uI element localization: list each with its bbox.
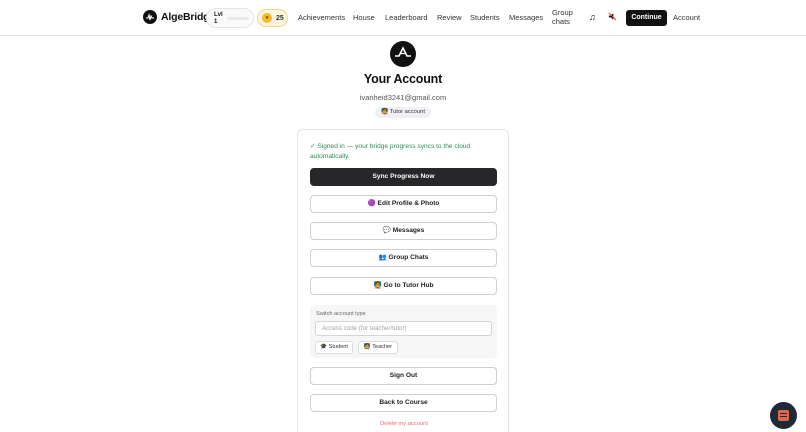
nav-link-leaderboard[interactable]: Leaderboard <box>385 13 428 22</box>
page-title: Your Account <box>363 72 443 86</box>
nav-link-house[interactable]: House <box>353 13 375 22</box>
role-badge: 🧑‍🏫 Tutor account <box>375 107 431 118</box>
teacher-option-button[interactable]: 🧑‍🏫 Teacher <box>358 341 398 354</box>
continue-button[interactable]: Continue <box>626 10 667 26</box>
nav-link-students[interactable]: Students <box>470 13 500 22</box>
coin-icon: ● <box>262 13 272 23</box>
back-to-course-button[interactable]: Back to Course <box>310 394 497 412</box>
student-option-button[interactable]: 🎓 Student <box>315 341 353 354</box>
nav-link-review[interactable]: Review <box>437 13 462 22</box>
coin-count: 25 <box>276 14 284 22</box>
floating-calculator-button[interactable] <box>770 402 797 429</box>
nav-link-messages[interactable]: Messages <box>509 13 543 22</box>
bridge-logo-icon <box>395 46 411 57</box>
avatar <box>390 41 416 67</box>
switch-account-type-label: Switch account type <box>316 311 366 317</box>
level-progress-bar <box>227 17 249 20</box>
music-note-icon[interactable]: ♫ <box>589 12 596 22</box>
nav-link-account[interactable]: Account <box>673 13 700 22</box>
calculator-icon <box>778 410 789 421</box>
sync-progress-button[interactable]: Sync Progress Now <box>310 168 497 186</box>
delete-account-link[interactable]: Delete my account <box>298 421 510 427</box>
group-chats-button[interactable]: 👥 Group Chats <box>310 249 497 267</box>
switch-account-type-panel: Switch account type 🎓 Student 🧑‍🏫 Teache… <box>310 305 497 358</box>
edit-profile-button[interactable]: 🟣 Edit Profile & Photo <box>310 195 497 213</box>
nav-link-group-chats[interactable]: Group chats <box>552 8 576 26</box>
account-card: ✓ Signed in — your bridge progress syncs… <box>297 129 509 432</box>
messages-button[interactable]: 💬 Messages <box>310 222 497 240</box>
brand[interactable]: AlgeBridge <box>143 10 215 24</box>
speaker-muted-icon[interactable] <box>608 12 617 23</box>
top-nav: AlgeBridge Lvl 1 ● 25 Achievements House… <box>0 0 806 36</box>
account-email: ivanheid3241@gmail.com <box>359 93 447 102</box>
bridge-logo-icon <box>143 10 157 24</box>
level-label: Lvl 1 <box>214 12 223 25</box>
coin-counter[interactable]: ● 25 <box>257 9 288 27</box>
sync-status-note: ✓ Signed in — your bridge progress syncs… <box>310 143 471 160</box>
sign-out-button[interactable]: Sign Out <box>310 367 497 385</box>
access-code-input[interactable] <box>315 321 492 336</box>
nav-link-achievements[interactable]: Achievements <box>298 13 345 22</box>
tutor-hub-button[interactable]: 🧑‍🏫 Go to Tutor Hub <box>310 277 497 295</box>
level-indicator[interactable]: Lvl 1 <box>206 8 254 28</box>
